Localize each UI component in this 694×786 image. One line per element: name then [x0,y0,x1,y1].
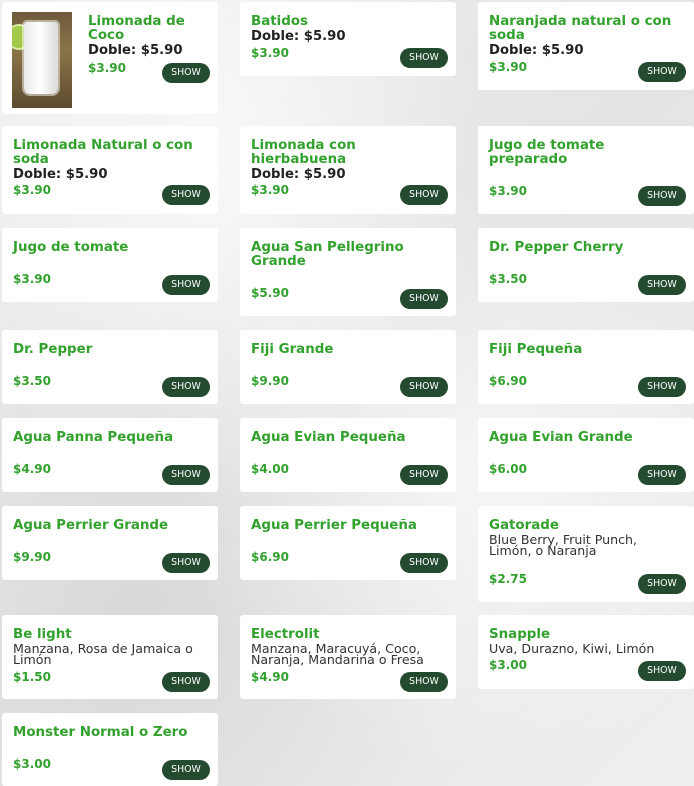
menu-item-card: Jugo de tomate preparado $3.90 SHOW [478,126,694,214]
show-button[interactable]: SHOW [162,672,210,692]
item-title: Agua Perrier Pequeña [251,518,417,533]
item-price: $3.90 [251,183,289,197]
item-price: $2.75 [489,572,527,586]
menu-item-card: Fiji Pequeña $6.90 SHOW [478,330,694,404]
show-button[interactable]: SHOW [162,275,210,295]
show-button[interactable]: SHOW [638,465,686,485]
show-button[interactable]: SHOW [638,275,686,295]
item-price: $6.90 [251,550,289,564]
item-description: Blue Berry, Fruit Punch, Limón, o Naranj… [489,532,638,558]
item-description: Manzana, Rosa de Jamaica o Limón [13,641,193,667]
menu-item-card: Limonada con hierbabuena Doble: $5.90 $3… [240,126,456,214]
show-button[interactable]: SHOW [638,186,686,206]
item-title: Limonada de Coco [88,14,185,43]
menu-item-card: Electrolit Manzana, Maracuyá, Coco, Nara… [240,615,456,699]
item-price: $3.90 [489,184,527,198]
item-price: $3.50 [489,272,527,286]
item-double-price: Doble: $5.90 [251,167,346,182]
item-price: $9.90 [251,374,289,388]
show-button[interactable]: SHOW [162,377,210,397]
item-double-price: Doble: $5.90 [13,167,108,182]
item-title: Be light [13,627,72,642]
item-title: Naranjada natural o con soda [489,14,672,43]
item-title: Dr. Pepper [13,342,93,357]
menu-item-card: Monster Normal o Zero $3.00 SHOW [2,713,218,786]
menu-item-card: Be light Manzana, Rosa de Jamaica o Limó… [2,615,218,699]
menu-item-card: Limonada de Coco Doble: $5.90 $3.90 SHOW [2,2,218,114]
show-button[interactable]: SHOW [162,465,210,485]
show-button[interactable]: SHOW [400,465,448,485]
menu-item-card: Agua Perrier Grande $9.90 SHOW [2,506,218,580]
show-button[interactable]: SHOW [400,48,448,68]
item-price: $3.90 [88,61,126,75]
item-title: Agua Panna Pequeña [13,430,174,445]
item-price: $5.90 [251,286,289,300]
show-button[interactable]: SHOW [638,661,686,681]
menu-item-card: Limonada Natural o con soda Doble: $5.90… [2,126,218,214]
show-button[interactable]: SHOW [400,185,448,205]
menu-item-card: Agua Perrier Pequeña $6.90 SHOW [240,506,456,580]
item-price: $3.90 [489,60,527,74]
item-price: $9.90 [13,550,51,564]
item-price: $3.90 [13,272,51,286]
item-double-price: Doble: $5.90 [489,43,584,58]
show-button[interactable]: SHOW [400,553,448,573]
item-price: $3.50 [13,374,51,388]
show-button[interactable]: SHOW [638,62,686,82]
item-title: Agua San Pellegrino Grande [251,240,404,269]
item-price: $3.90 [251,46,289,60]
menu-item-card: Jugo de tomate $3.90 SHOW [2,228,218,302]
menu-item-card: Naranjada natural o con soda Doble: $5.9… [478,2,694,90]
item-title: Batidos [251,14,308,29]
menu-item-card: Agua Panna Pequeña $4.90 SHOW [2,418,218,492]
menu-item-card: Agua Evian Grande $6.00 SHOW [478,418,694,492]
show-button[interactable]: SHOW [400,672,448,692]
menu-item-card: Batidos Doble: $5.90 $3.90 SHOW [240,2,456,76]
item-price: $3.90 [13,183,51,197]
item-title: Electrolit [251,627,320,642]
item-double-price: Doble: $5.90 [251,29,346,44]
item-title: Dr. Pepper Cherry [489,240,624,255]
menu-item-card: Agua San Pellegrino Grande $5.90 SHOW [240,228,456,316]
item-title: Agua Evian Grande [489,430,633,445]
item-price: $1.50 [13,670,51,684]
show-button[interactable]: SHOW [162,760,210,780]
item-price: $4.00 [251,462,289,476]
item-double-price: Doble: $5.90 [88,43,183,58]
item-price: $4.90 [13,462,51,476]
item-description: Manzana, Maracuyá, Coco, Naranja, Mandar… [251,641,424,667]
item-title: Jugo de tomate [13,240,129,255]
item-title: Limonada con hierbabuena [251,138,356,167]
menu-item-card: Agua Evian Pequeña $4.00 SHOW [240,418,456,492]
item-description: Uva, Durazno, Kiwi, Limón [489,641,655,656]
show-button[interactable]: SHOW [638,574,686,594]
show-button[interactable]: SHOW [162,553,210,573]
item-title: Fiji Pequeña [489,342,583,357]
item-price: $6.90 [489,374,527,388]
item-title: Gatorade [489,518,559,533]
drink-thumbnail-image [12,12,72,108]
show-button[interactable]: SHOW [162,185,210,205]
item-price: $3.00 [13,757,51,771]
item-title: Limonada Natural o con soda [13,138,193,167]
item-price: $4.90 [251,670,289,684]
menu-item-card: Gatorade Blue Berry, Fruit Punch, Limón,… [478,506,694,602]
show-button[interactable]: SHOW [400,377,448,397]
item-title: Agua Perrier Grande [13,518,169,533]
menu-item-card: Dr. Pepper Cherry $3.50 SHOW [478,228,694,302]
item-title: Monster Normal o Zero [13,725,188,740]
menu-item-card: Dr. Pepper $3.50 SHOW [2,330,218,404]
item-price: $3.00 [489,658,527,672]
menu-item-card: Snapple Uva, Durazno, Kiwi, Limón $3.00 … [478,615,694,689]
item-title: Snapple [489,627,551,642]
item-title: Fiji Grande [251,342,334,357]
show-button[interactable]: SHOW [162,63,210,83]
show-button[interactable]: SHOW [400,289,448,309]
item-title: Jugo de tomate preparado [489,138,605,167]
glass-icon [24,22,58,94]
show-button[interactable]: SHOW [638,377,686,397]
item-price: $6.00 [489,462,527,476]
menu-item-card: Fiji Grande $9.90 SHOW [240,330,456,404]
item-title: Agua Evian Pequeña [251,430,406,445]
